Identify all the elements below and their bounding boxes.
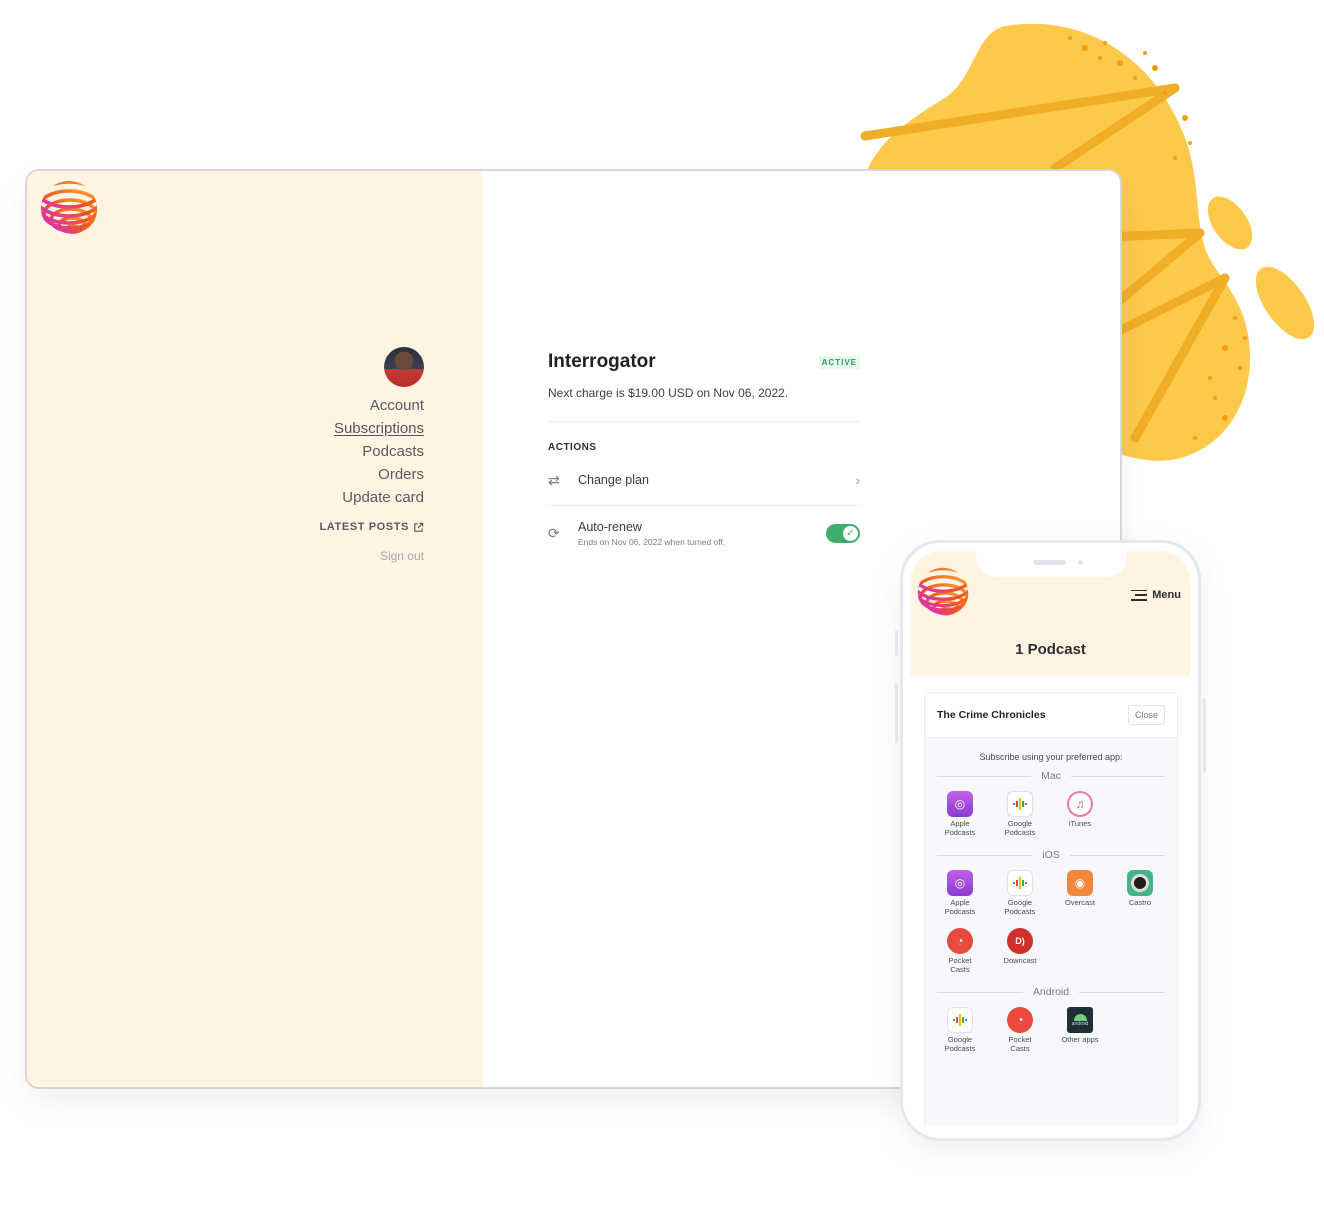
phone-side-button bbox=[895, 630, 898, 656]
platform-divider-mac: Mac bbox=[937, 770, 1165, 782]
sidebar: Account Subscriptions Podcasts Orders Up… bbox=[27, 171, 483, 1087]
platform-divider-ios: iOS bbox=[937, 849, 1166, 861]
app-other-apps[interactable]: android Other apps bbox=[1050, 1007, 1110, 1053]
app-label: Other apps bbox=[1061, 1035, 1099, 1044]
downcast-icon: D) bbox=[1007, 928, 1033, 954]
podcast-name: The Crime Chronicles bbox=[937, 709, 1046, 721]
app-pocket-casts[interactable]: ◔ Pocket Casts bbox=[930, 928, 990, 974]
auto-renew-note: Ends on Nov 06, 2022 when turned off. bbox=[578, 537, 726, 547]
app-label: Apple Podcasts bbox=[944, 819, 976, 837]
app-label: Downcast bbox=[1003, 956, 1037, 965]
close-button[interactable]: Close bbox=[1127, 705, 1165, 725]
apple-podcasts-icon: ◎ bbox=[947, 870, 973, 896]
phone-page-title: 1 Podcast bbox=[1015, 641, 1086, 658]
app-label: Google Podcasts bbox=[1004, 898, 1036, 916]
external-link-icon bbox=[414, 522, 424, 532]
app-label: Overcast bbox=[1064, 898, 1095, 907]
app-list-mac: ◎ Apple Podcasts Google Podcasts ♫ iTunes bbox=[925, 782, 1177, 849]
app-apple-podcasts[interactable]: ◎ Apple Podcasts bbox=[930, 791, 990, 837]
app-google-podcasts[interactable]: Google Podcasts bbox=[990, 870, 1050, 916]
striped-globe-logo-icon[interactable] bbox=[39, 179, 99, 239]
change-plan-button[interactable]: ⇄ Change plan › bbox=[548, 459, 860, 501]
platform-name: Android bbox=[1032, 986, 1070, 998]
app-label: iTunes bbox=[1068, 819, 1092, 828]
app-google-podcasts[interactable]: Google Podcasts bbox=[990, 791, 1050, 837]
hamburger-icon bbox=[1131, 589, 1148, 601]
app-label: Castro bbox=[1128, 898, 1152, 907]
phone-side-button bbox=[1203, 698, 1206, 773]
google-podcasts-icon bbox=[1007, 870, 1033, 896]
google-podcasts-icon bbox=[947, 1007, 973, 1033]
app-castro[interactable]: Castro bbox=[1110, 870, 1170, 916]
nav-account[interactable]: Account bbox=[224, 394, 424, 417]
phone-side-button bbox=[895, 683, 898, 743]
divider bbox=[548, 421, 860, 422]
overcast-icon: ◉ bbox=[1067, 870, 1093, 896]
platform-name: iOS bbox=[1042, 849, 1060, 861]
app-overcast[interactable]: ◉ Overcast bbox=[1050, 870, 1110, 916]
next-charge-text: Next charge is $19.00 USD on Nov 06, 202… bbox=[548, 386, 789, 400]
pocket-casts-icon: ◔ bbox=[1007, 1007, 1033, 1033]
plan-title: Interrogator bbox=[548, 351, 656, 372]
app-downcast[interactable]: D) Downcast bbox=[990, 928, 1050, 974]
swap-arrows-icon: ⇄ bbox=[548, 471, 560, 488]
change-plan-label: Change plan bbox=[578, 473, 649, 487]
app-list-ios: ◎ Apple Podcasts Google Podcasts ◉ Overcas… bbox=[925, 861, 1177, 986]
app-label: Apple Podcasts bbox=[944, 898, 976, 916]
phone-header: Menu 1 Podcast bbox=[911, 551, 1190, 676]
apple-podcasts-icon: ◎ bbox=[947, 791, 973, 817]
app-apple-podcasts[interactable]: ◎ Apple Podcasts bbox=[930, 870, 990, 916]
auto-renew-label: Auto-renew bbox=[578, 520, 642, 534]
latest-posts-link[interactable]: LATEST POSTS bbox=[224, 521, 424, 533]
chevron-right-icon: › bbox=[855, 472, 860, 488]
platform-divider-android: Android bbox=[937, 986, 1166, 998]
speaker bbox=[1033, 560, 1066, 565]
android-icon: android bbox=[1067, 1007, 1093, 1033]
google-podcasts-icon bbox=[1007, 791, 1033, 817]
nav-subscriptions[interactable]: Subscriptions bbox=[224, 417, 424, 440]
app-list-android: Google Podcasts ◔ Pocket Casts android Oth… bbox=[925, 998, 1177, 1065]
phone-notch bbox=[976, 551, 1126, 577]
pocket-casts-icon: ◔ bbox=[947, 928, 973, 954]
app-google-podcasts[interactable]: Google Podcasts bbox=[930, 1007, 990, 1053]
menu-label: Menu bbox=[1152, 589, 1181, 601]
app-itunes[interactable]: ♫ iTunes bbox=[1050, 791, 1110, 837]
app-label: Pocket Casts bbox=[948, 956, 972, 974]
sign-out-link[interactable]: Sign out bbox=[224, 549, 424, 563]
divider bbox=[548, 505, 860, 506]
actions-heading: ACTIONS bbox=[548, 442, 597, 453]
app-pocket-casts[interactable]: ◔ Pocket Casts bbox=[990, 1007, 1050, 1053]
status-badge: ACTIVE bbox=[818, 355, 860, 369]
auto-renew-toggle[interactable]: ✓ bbox=[826, 524, 860, 543]
app-label: Google Podcasts bbox=[1004, 819, 1036, 837]
phone-screen: Menu 1 Podcast The Crime Chronicles Clos… bbox=[911, 551, 1190, 1126]
nav-orders[interactable]: Orders bbox=[224, 463, 424, 486]
podcast-card: The Crime Chronicles Close Subscribe usi… bbox=[924, 692, 1178, 1126]
latest-posts-label: LATEST POSTS bbox=[319, 521, 409, 533]
striped-globe-logo-icon[interactable] bbox=[916, 566, 970, 620]
nav-update-card[interactable]: Update card bbox=[224, 486, 424, 509]
menu-button[interactable]: Menu bbox=[1131, 589, 1181, 601]
avatar[interactable] bbox=[224, 347, 424, 394]
platform-name: Mac bbox=[1041, 770, 1061, 782]
subscription-detail: Interrogator ACTIVE Next charge is $19.0… bbox=[548, 351, 860, 547]
refresh-icon: ⟳ bbox=[548, 525, 560, 541]
camera bbox=[1078, 560, 1083, 565]
castro-icon bbox=[1127, 870, 1153, 896]
phone-mockup: Menu 1 Podcast The Crime Chronicles Clos… bbox=[900, 540, 1201, 1141]
nav-podcasts[interactable]: Podcasts bbox=[224, 440, 424, 463]
auto-renew-row: ⟳ Auto-renew Ends on Nov 06, 2022 when t… bbox=[548, 520, 860, 547]
app-label: Google Podcasts bbox=[944, 1035, 976, 1053]
subscribe-prompt: Subscribe using your preferred app: bbox=[979, 752, 1123, 762]
check-icon: ✓ bbox=[843, 526, 858, 541]
account-nav: Account Subscriptions Podcasts Orders Up… bbox=[224, 347, 424, 563]
app-label: Pocket Casts bbox=[1008, 1035, 1032, 1053]
itunes-icon: ♫ bbox=[1067, 791, 1093, 817]
